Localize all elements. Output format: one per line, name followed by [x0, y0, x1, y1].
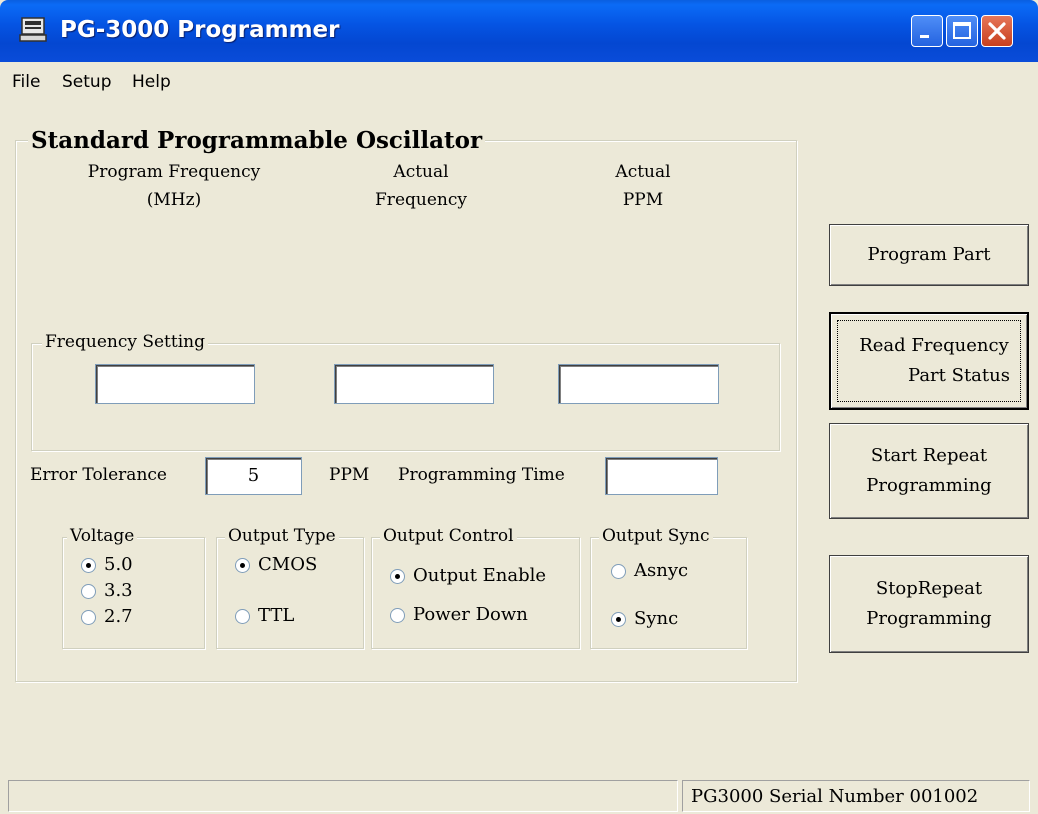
- start-repeat-programming-button[interactable]: Start Repeat Programming: [829, 423, 1029, 519]
- output-sync-group: Output Sync Asnyc Sync: [590, 526, 747, 649]
- menu-file[interactable]: File: [12, 72, 40, 92]
- actual-frequency-field[interactable]: [334, 364, 494, 404]
- error-tolerance-label: Error Tolerance: [30, 465, 167, 485]
- read-frequency-label-line1: Read Frequency: [859, 335, 1009, 356]
- start-repeat-label-line1: Start Repeat: [870, 445, 988, 466]
- voltage-group: Voltage 5.0 3.3 2.7: [62, 526, 205, 649]
- output-control-option-power-down[interactable]: Power Down: [390, 604, 528, 625]
- actual-ppm-header-line2: PPM: [622, 190, 664, 210]
- output-type-option-label: TTL: [258, 605, 295, 626]
- output-control-option-enable[interactable]: Output Enable: [390, 565, 546, 586]
- stop-repeat-label-line1: StopRepeat: [875, 578, 983, 599]
- radio-selected-icon[interactable]: [235, 557, 250, 573]
- maximize-button[interactable]: [946, 15, 978, 47]
- radio-icon[interactable]: [611, 563, 626, 579]
- menu-help[interactable]: Help: [132, 72, 171, 92]
- voltage-option-label: 5.0: [104, 554, 133, 575]
- program-frequency-header-line1: Program Frequency: [87, 162, 261, 182]
- output-sync-option-async[interactable]: Asnyc: [611, 560, 688, 581]
- actual-frequency-header: Actual Frequency: [351, 158, 491, 214]
- output-type-group-title: Output Type: [225, 526, 339, 546]
- actual-frequency-header-line2: Frequency: [375, 190, 467, 210]
- output-type-group: Output Type CMOS TTL: [216, 526, 364, 649]
- minimize-button[interactable]: [911, 15, 943, 47]
- output-sync-option-sync[interactable]: Sync: [611, 608, 678, 629]
- stop-repeat-programming-button[interactable]: StopRepeat Programming: [829, 555, 1029, 653]
- read-frequency-label-line2: Part Status: [908, 365, 1010, 386]
- program-frequency-header: Program Frequency (MHz): [74, 158, 274, 214]
- app-icon: [19, 17, 47, 42]
- output-control-group: Output Control Output Enable Power Down: [371, 526, 580, 649]
- output-control-group-title: Output Control: [380, 526, 517, 546]
- read-frequency-button[interactable]: Read Frequency Part Status: [829, 312, 1029, 410]
- menu-bar: File Setup Help: [0, 62, 1038, 100]
- output-control-option-label: Output Enable: [413, 565, 547, 586]
- title-bar[interactable]: PG-3000 Programmer: [0, 0, 1038, 62]
- voltage-option-label: 2.7: [104, 606, 133, 627]
- radio-selected-icon[interactable]: [81, 557, 96, 573]
- start-repeat-label-line2: Programming: [866, 475, 992, 496]
- minimize-icon: [920, 35, 929, 38]
- program-frequency-header-line2: (MHz): [146, 190, 202, 210]
- voltage-option-5-0[interactable]: 5.0: [81, 554, 133, 575]
- programming-time-label: Programming Time: [398, 465, 565, 485]
- output-sync-option-label: Asnyc: [634, 560, 689, 581]
- programming-time-field[interactable]: [605, 457, 718, 495]
- close-button[interactable]: [981, 15, 1013, 47]
- voltage-group-title: Voltage: [67, 526, 138, 546]
- radio-icon[interactable]: [81, 583, 96, 599]
- actual-ppm-header-line1: Actual: [615, 162, 671, 182]
- frequency-setting-title: Frequency Setting: [42, 332, 208, 352]
- error-tolerance-input[interactable]: 5: [205, 457, 302, 495]
- radio-icon[interactable]: [235, 608, 250, 624]
- oscillator-group-title: Standard Programmable Oscillator: [28, 127, 486, 154]
- actual-ppm-field[interactable]: [558, 364, 719, 404]
- window-title: PG-3000 Programmer: [60, 17, 340, 43]
- radio-icon[interactable]: [81, 609, 96, 625]
- radio-icon[interactable]: [390, 607, 405, 623]
- close-icon: [988, 22, 1006, 40]
- stop-repeat-label-line2: Programming: [866, 608, 992, 629]
- client-area: Standard Programmable Oscillator Program…: [0, 100, 1038, 814]
- output-type-option-cmos[interactable]: CMOS: [235, 554, 317, 575]
- status-pane-main: [8, 780, 678, 812]
- voltage-option-2-7[interactable]: 2.7: [81, 606, 133, 627]
- status-bar: PG3000 Serial Number 001002: [0, 776, 1038, 814]
- maximize-icon: [953, 22, 971, 39]
- radio-selected-icon[interactable]: [611, 611, 626, 627]
- actual-ppm-header: Actual PPM: [583, 158, 703, 214]
- voltage-option-3-3[interactable]: 3.3: [81, 580, 133, 601]
- menu-setup[interactable]: Setup: [62, 72, 111, 92]
- output-control-option-label: Power Down: [413, 604, 528, 625]
- radio-selected-icon[interactable]: [390, 568, 405, 584]
- actual-frequency-header-line1: Actual: [393, 162, 449, 182]
- program-frequency-input[interactable]: [95, 364, 255, 404]
- voltage-option-label: 3.3: [104, 580, 133, 601]
- serial-number-status: PG3000 Serial Number 001002: [682, 780, 1030, 812]
- program-part-button[interactable]: Program Part: [829, 224, 1029, 286]
- output-type-option-label: CMOS: [258, 554, 318, 575]
- output-sync-group-title: Output Sync: [599, 526, 713, 546]
- output-sync-option-label: Sync: [634, 608, 679, 629]
- output-type-option-ttl[interactable]: TTL: [235, 605, 294, 626]
- error-tolerance-unit: PPM: [329, 465, 370, 485]
- frequency-setting-group: Frequency Setting: [31, 332, 780, 451]
